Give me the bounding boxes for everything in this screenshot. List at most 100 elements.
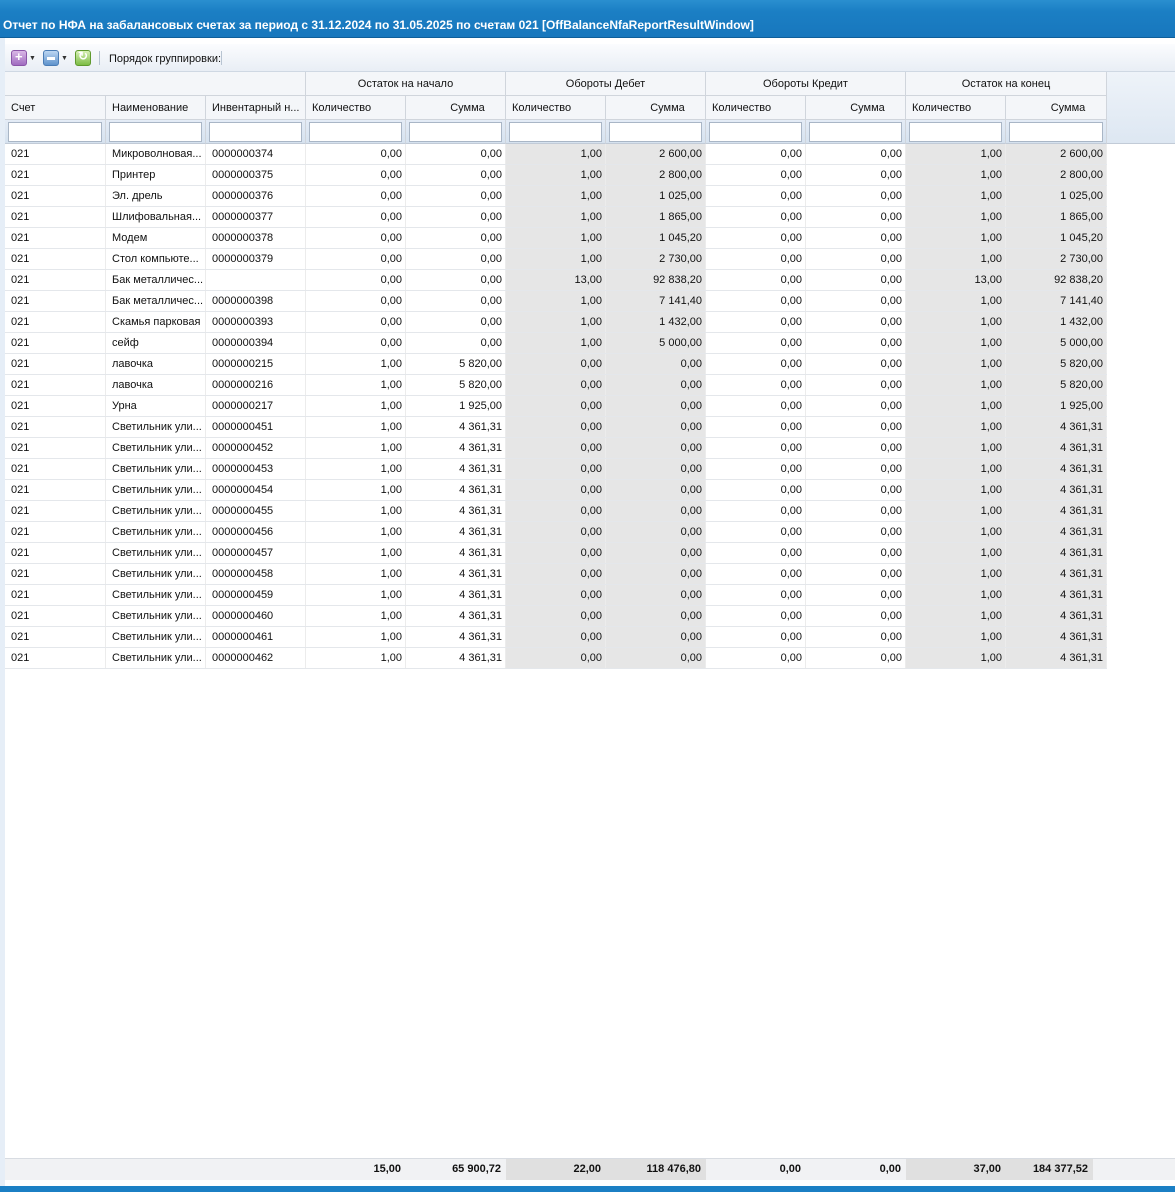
cell-closing-sum: 4 361,31 — [1006, 459, 1107, 479]
column-header-name[interactable]: Наименование — [106, 96, 206, 120]
print-menu-button[interactable]: ▼ — [43, 49, 68, 67]
cell-debit-sum: 0,00 — [606, 501, 706, 521]
cell-account: 021 — [5, 396, 106, 416]
cell-credit-sum: 0,00 — [806, 459, 906, 479]
table-row[interactable]: 021 Светильник ули... 0000000453 1,00 4 361,… — [5, 459, 1107, 480]
cell-closing-sum: 1 045,20 — [1006, 228, 1107, 248]
cell-opening-qty: 1,00 — [306, 585, 406, 605]
table-row[interactable]: 021 лавочка 0000000215 1,00 5 820,00 0,00 0,00… — [5, 354, 1107, 375]
column-header-opening-qty[interactable]: Количество — [306, 96, 406, 120]
column-header-debit-qty[interactable]: Количество — [506, 96, 606, 120]
table-row[interactable]: 021 Светильник ули... 0000000452 1,00 4 361,… — [5, 438, 1107, 459]
cell-credit-sum: 0,00 — [806, 417, 906, 437]
cell-opening-sum: 4 361,31 — [406, 585, 506, 605]
table-body: 021 Микроволновая... 0000000374 0,00 0,00 1,0… — [5, 144, 1107, 669]
cell-name: Светильник ули... — [106, 606, 206, 626]
cell-opening-qty: 0,00 — [306, 312, 406, 332]
cell-credit-qty: 0,00 — [706, 585, 806, 605]
refresh-button[interactable] — [75, 49, 91, 67]
column-header-credit-sum[interactable]: Сумма — [806, 96, 906, 120]
cell-credit-qty: 0,00 — [706, 207, 806, 227]
table-row[interactable]: 021 Принтер 0000000375 0,00 0,00 1,00 2 800,00… — [5, 165, 1107, 186]
table-row[interactable]: 021 Шлифовальная... 0000000377 0,00 0,00 1,00… — [5, 207, 1107, 228]
grouping-order-label[interactable]: Порядок группировки: — [109, 53, 221, 65]
filter-input-inventory-number[interactable] — [209, 122, 302, 142]
table-row[interactable]: 021 сейф 0000000394 0,00 0,00 1,00 5 000,00 0,0… — [5, 333, 1107, 354]
total-credit-qty: 0,00 — [779, 1163, 801, 1175]
cell-closing-sum: 5 000,00 — [1006, 333, 1107, 353]
add-menu-button[interactable]: ▼ — [11, 49, 36, 67]
cell-credit-qty: 0,00 — [706, 375, 806, 395]
table-row[interactable]: 021 Микроволновая... 0000000374 0,00 0,00 1,0… — [5, 144, 1107, 165]
cell-credit-qty: 0,00 — [706, 564, 806, 584]
table-row[interactable]: 021 Светильник ули... 0000000455 1,00 4 361,… — [5, 501, 1107, 522]
filter-cell-debit-qty — [506, 120, 606, 144]
filter-input-closing-sum[interactable] — [1009, 122, 1103, 142]
filter-input-closing-qty[interactable] — [909, 122, 1002, 142]
cell-opening-sum: 0,00 — [406, 165, 506, 185]
filter-cell-credit-sum — [806, 120, 906, 144]
cell-opening-sum: 4 361,31 — [406, 543, 506, 563]
column-header-account[interactable]: Счет — [5, 96, 106, 120]
window-title: Отчет по НФА на забалансовых счетах за п… — [3, 18, 754, 32]
cell-closing-qty: 1,00 — [906, 480, 1006, 500]
table-row[interactable]: 021 Светильник ули... 0000000460 1,00 4 361,… — [5, 606, 1107, 627]
cell-account: 021 — [5, 291, 106, 311]
filter-input-credit-qty[interactable] — [709, 122, 802, 142]
table-row[interactable]: 021 Светильник ули... 0000000454 1,00 4 361,… — [5, 480, 1107, 501]
column-header-credit-qty[interactable]: Количество — [706, 96, 806, 120]
filter-input-name[interactable] — [109, 122, 202, 142]
table-row[interactable]: 021 Светильник ули... 0000000462 1,00 4 361,… — [5, 648, 1107, 669]
table-row[interactable]: 021 Стол компьюте... 0000000379 0,00 0,00 1,0… — [5, 249, 1107, 270]
cell-closing-sum: 4 361,31 — [1006, 627, 1107, 647]
cell-debit-sum: 0,00 — [606, 354, 706, 374]
filter-input-opening-sum[interactable] — [409, 122, 502, 142]
cell-inventory-number: 0000000393 — [206, 312, 306, 332]
cell-opening-sum: 4 361,31 — [406, 522, 506, 542]
cell-credit-sum: 0,00 — [806, 396, 906, 416]
cell-account: 021 — [5, 312, 106, 332]
filter-input-debit-sum[interactable] — [609, 122, 702, 142]
cell-account: 021 — [5, 165, 106, 185]
cell-account: 021 — [5, 228, 106, 248]
column-header-closing-sum[interactable]: Сумма — [1006, 96, 1107, 120]
cell-inventory-number: 0000000377 — [206, 207, 306, 227]
filter-input-account[interactable] — [8, 122, 102, 142]
column-header-closing-qty[interactable]: Количество — [906, 96, 1006, 120]
filter-cell-debit-sum — [606, 120, 706, 144]
column-header-debit-sum[interactable]: Сумма — [606, 96, 706, 120]
cell-opening-qty: 1,00 — [306, 501, 406, 521]
cell-debit-qty: 0,00 — [506, 480, 606, 500]
table-row[interactable]: 021 Эл. дрель 0000000376 0,00 0,00 1,00 1 025,… — [5, 186, 1107, 207]
cell-credit-qty: 0,00 — [706, 228, 806, 248]
table-row[interactable]: 021 Светильник ули... 0000000451 1,00 4 361,… — [5, 417, 1107, 438]
cell-opening-sum: 0,00 — [406, 270, 506, 290]
column-header-opening-sum[interactable]: Сумма — [406, 96, 506, 120]
table-row[interactable]: 021 Модем 0000000378 0,00 0,00 1,00 1 045,20 0,… — [5, 228, 1107, 249]
table-row[interactable]: 021 Бак металличес... 0,00 0,00 13,00 92 838,… — [5, 270, 1107, 291]
cell-closing-sum: 2 800,00 — [1006, 165, 1107, 185]
table-row[interactable]: 021 Бак металличес... 0000000398 0,00 0,00 1,… — [5, 291, 1107, 312]
table-row[interactable]: 021 Светильник ули... 0000000458 1,00 4 361,… — [5, 564, 1107, 585]
filter-input-opening-qty[interactable] — [309, 122, 402, 142]
table-row[interactable]: 021 Урна 0000000217 1,00 1 925,00 0,00 0,00 0,0… — [5, 396, 1107, 417]
table-row[interactable]: 021 Светильник ули... 0000000459 1,00 4 361,… — [5, 585, 1107, 606]
cell-account: 021 — [5, 501, 106, 521]
filter-input-credit-sum[interactable] — [809, 122, 902, 142]
window-title-bar[interactable]: Отчет по НФА на забалансовых счетах за п… — [0, 0, 1175, 38]
cell-opening-sum: 4 361,31 — [406, 627, 506, 647]
cell-inventory-number: 0000000454 — [206, 480, 306, 500]
cell-credit-qty: 0,00 — [706, 543, 806, 563]
table-row[interactable]: 021 Светильник ули... 0000000456 1,00 4 361,… — [5, 522, 1107, 543]
table-row[interactable]: 021 Скамья парковая 0000000393 0,00 0,00 1,00… — [5, 312, 1107, 333]
column-header-inventory-number[interactable]: Инвентарный н... — [206, 96, 306, 120]
cell-inventory-number: 0000000455 — [206, 501, 306, 521]
total-closing-qty: 37,00 — [906, 1159, 1006, 1180]
table-row[interactable]: 021 Светильник ули... 0000000457 1,00 4 361,… — [5, 543, 1107, 564]
cell-opening-qty: 1,00 — [306, 648, 406, 668]
table-row[interactable]: 021 Светильник ули... 0000000461 1,00 4 361,… — [5, 627, 1107, 648]
cell-opening-sum: 0,00 — [406, 312, 506, 332]
filter-input-debit-qty[interactable] — [509, 122, 602, 142]
table-row[interactable]: 021 лавочка 0000000216 1,00 5 820,00 0,00 0,00… — [5, 375, 1107, 396]
cell-credit-qty: 0,00 — [706, 627, 806, 647]
